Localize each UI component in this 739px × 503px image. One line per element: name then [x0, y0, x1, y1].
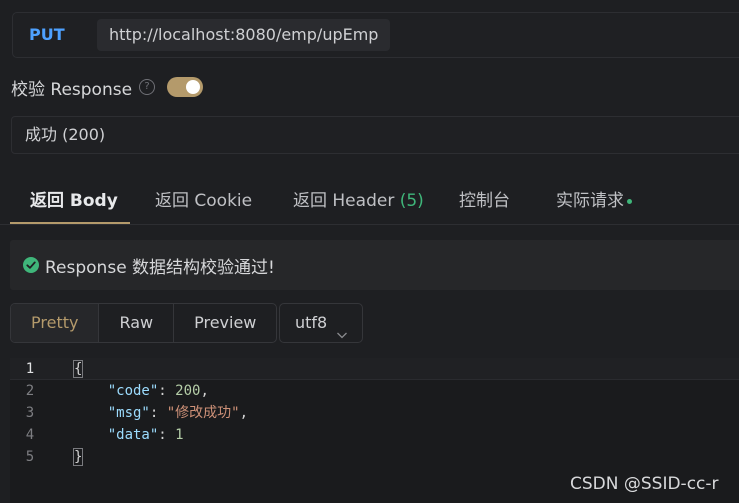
active-tab-indicator	[10, 222, 130, 224]
validate-response-label: 校验 Response	[11, 79, 133, 100]
close-brace: }	[72, 448, 84, 466]
tab-header[interactable]: 返回 Header (5)	[293, 186, 424, 211]
toggle-knob	[186, 80, 201, 94]
view-mode-group: Pretty Raw Preview	[10, 303, 278, 343]
url-input[interactable]: http://localhost:8080/emp/upEmp	[97, 19, 391, 51]
line-number: 2	[25, 383, 35, 399]
tab-header-count: (5)	[399, 191, 424, 211]
json-key: "data"	[107, 427, 159, 443]
view-raw-button[interactable]: Raw	[99, 304, 175, 342]
code-line: 3 "msg": "修改成功",	[10, 402, 739, 424]
code-line: 1 {	[10, 358, 739, 380]
tab-body[interactable]: 返回 Body	[30, 186, 118, 211]
tab-cookie[interactable]: 返回 Cookie	[155, 186, 252, 211]
tab-actual-request[interactable]: 实际请求	[556, 186, 632, 211]
http-method-select[interactable]: PUT	[29, 25, 65, 44]
line-number: 5	[25, 449, 35, 465]
check-circle-icon	[23, 257, 39, 273]
code-line: 4 "data": 1	[10, 424, 739, 446]
line-number: 4	[25, 427, 35, 443]
open-brace: {	[72, 360, 84, 378]
code-line: 5 }	[10, 446, 739, 468]
json-value: "修改成功"	[166, 405, 240, 421]
url-bar: PUT http://localhost:8080/emp/upEmp	[12, 12, 739, 58]
json-value: 1	[175, 427, 184, 443]
tab-console[interactable]: 控制台	[459, 186, 510, 211]
validation-banner: Response 数据结构校验通过!	[10, 240, 739, 290]
chevron-down-icon	[336, 317, 348, 355]
response-tabs: 返回 Body 返回 Cookie 返回 Header (5) 控制台 实际请求	[0, 176, 739, 225]
line-number: 3	[25, 405, 35, 421]
view-preview-button[interactable]: Preview	[174, 304, 276, 342]
line-number: 1	[25, 361, 35, 377]
response-status-select[interactable]: 成功 (200)	[11, 116, 739, 154]
encoding-select[interactable]: utf8	[279, 303, 363, 343]
validate-response-row: 校验 Response ?	[11, 76, 204, 100]
validation-message: Response 数据结构校验通过!	[45, 257, 275, 278]
encoding-value: utf8	[295, 313, 328, 332]
json-key: "msg"	[107, 405, 150, 421]
json-comma: ,	[239, 405, 249, 421]
status-dot-icon	[627, 198, 632, 204]
tab-actual-request-label: 实际请求	[556, 191, 624, 211]
json-value: 200	[175, 383, 201, 399]
json-comma: ,	[200, 383, 209, 399]
validate-response-toggle[interactable]	[167, 77, 204, 97]
json-key: "code"	[107, 383, 159, 399]
help-icon[interactable]: ?	[139, 79, 156, 95]
view-pretty-button[interactable]: Pretty	[11, 304, 100, 342]
watermark: CSDN @SSID-cc-r	[570, 474, 719, 494]
tab-header-label: 返回 Header	[293, 191, 395, 211]
code-line: 2 "code": 200,	[10, 380, 739, 402]
